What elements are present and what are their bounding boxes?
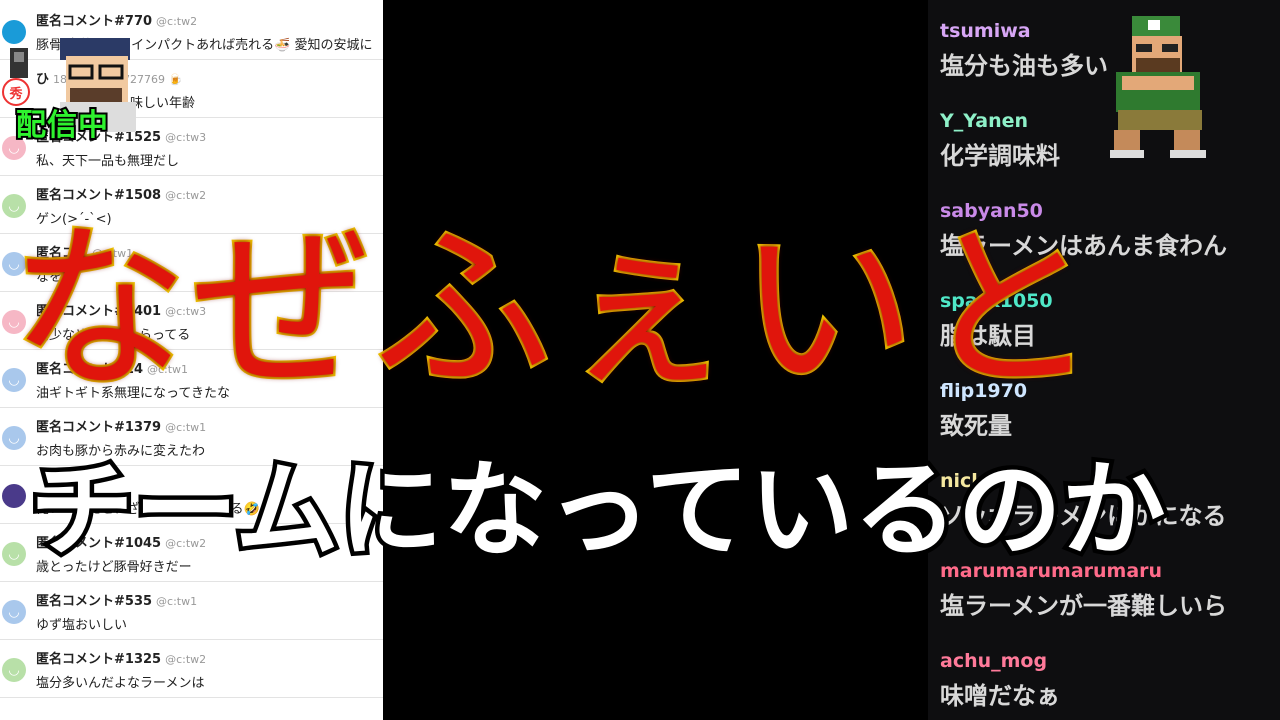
comment-author-handle: @c:tw2: [156, 15, 198, 28]
comment-author-name: 匿名コメント#770: [36, 14, 153, 29]
comment-author: 匿名コメント#535 @c:tw1: [36, 590, 197, 609]
comment-row: ◡ 匿名コメント#1325 @c:tw2 塩分多いんだよなラーメンは: [0, 640, 383, 698]
comment-author: 匿名コメント#770 @c:tw2: [36, 10, 197, 29]
overlay-title: なぜふぇいと: [8, 204, 1102, 416]
pixel-character-sprite: [1110, 16, 1206, 158]
chat-username[interactable]: achu_mog: [940, 650, 1280, 672]
comment-text: ゆず塩おいしい: [36, 618, 128, 633]
comment-avatar: [2, 484, 26, 508]
comment-avatar: ◡: [2, 600, 26, 624]
comment-author-name: 匿名コメント#535: [36, 594, 153, 609]
comment-author-handle: @c:tw1: [156, 595, 198, 608]
comment-avatar: ◡: [2, 658, 26, 682]
comment-author-handle: @c:tw2: [165, 653, 207, 666]
overlay-subtitle: チームになっているのか: [26, 445, 1171, 576]
comment-text: 塩分多いんだよなラーメンは: [36, 676, 205, 691]
live-badge: 配信中: [14, 106, 110, 145]
comment-avatar: ◡: [2, 542, 26, 566]
comment-text: 私、天下一品も無理だし: [36, 154, 180, 169]
comment-author-handle: @c:tw3: [165, 131, 207, 144]
chat-text: 塩ラーメンが一番難しいら: [940, 592, 1228, 620]
comment-author: 匿名コメント#1325 @c:tw2: [36, 648, 206, 667]
chat-text: 味噌だなぁ: [940, 682, 1060, 710]
comment-author: 匿名コメント#1508 @c:tw2: [36, 184, 206, 203]
comment-author-name: 匿名コメント#1379: [36, 420, 162, 435]
comment-author-name: 匿名コメント#1508: [36, 188, 162, 203]
comment-author-name: 匿名コメント#1325: [36, 652, 162, 667]
chat-message: achu_mog 味噌だなぁ: [940, 650, 1280, 711]
comment-author: 匿名コメント#1379 @c:tw1: [36, 416, 206, 435]
comment-author-handle: @c:tw1: [165, 421, 207, 434]
comment-row: ◡ 匿名コメント#535 @c:tw1 ゆず塩おいしい: [0, 582, 383, 640]
comment-author-handle: @c:tw2: [165, 189, 207, 202]
comment-avatar: ◡: [2, 426, 26, 450]
